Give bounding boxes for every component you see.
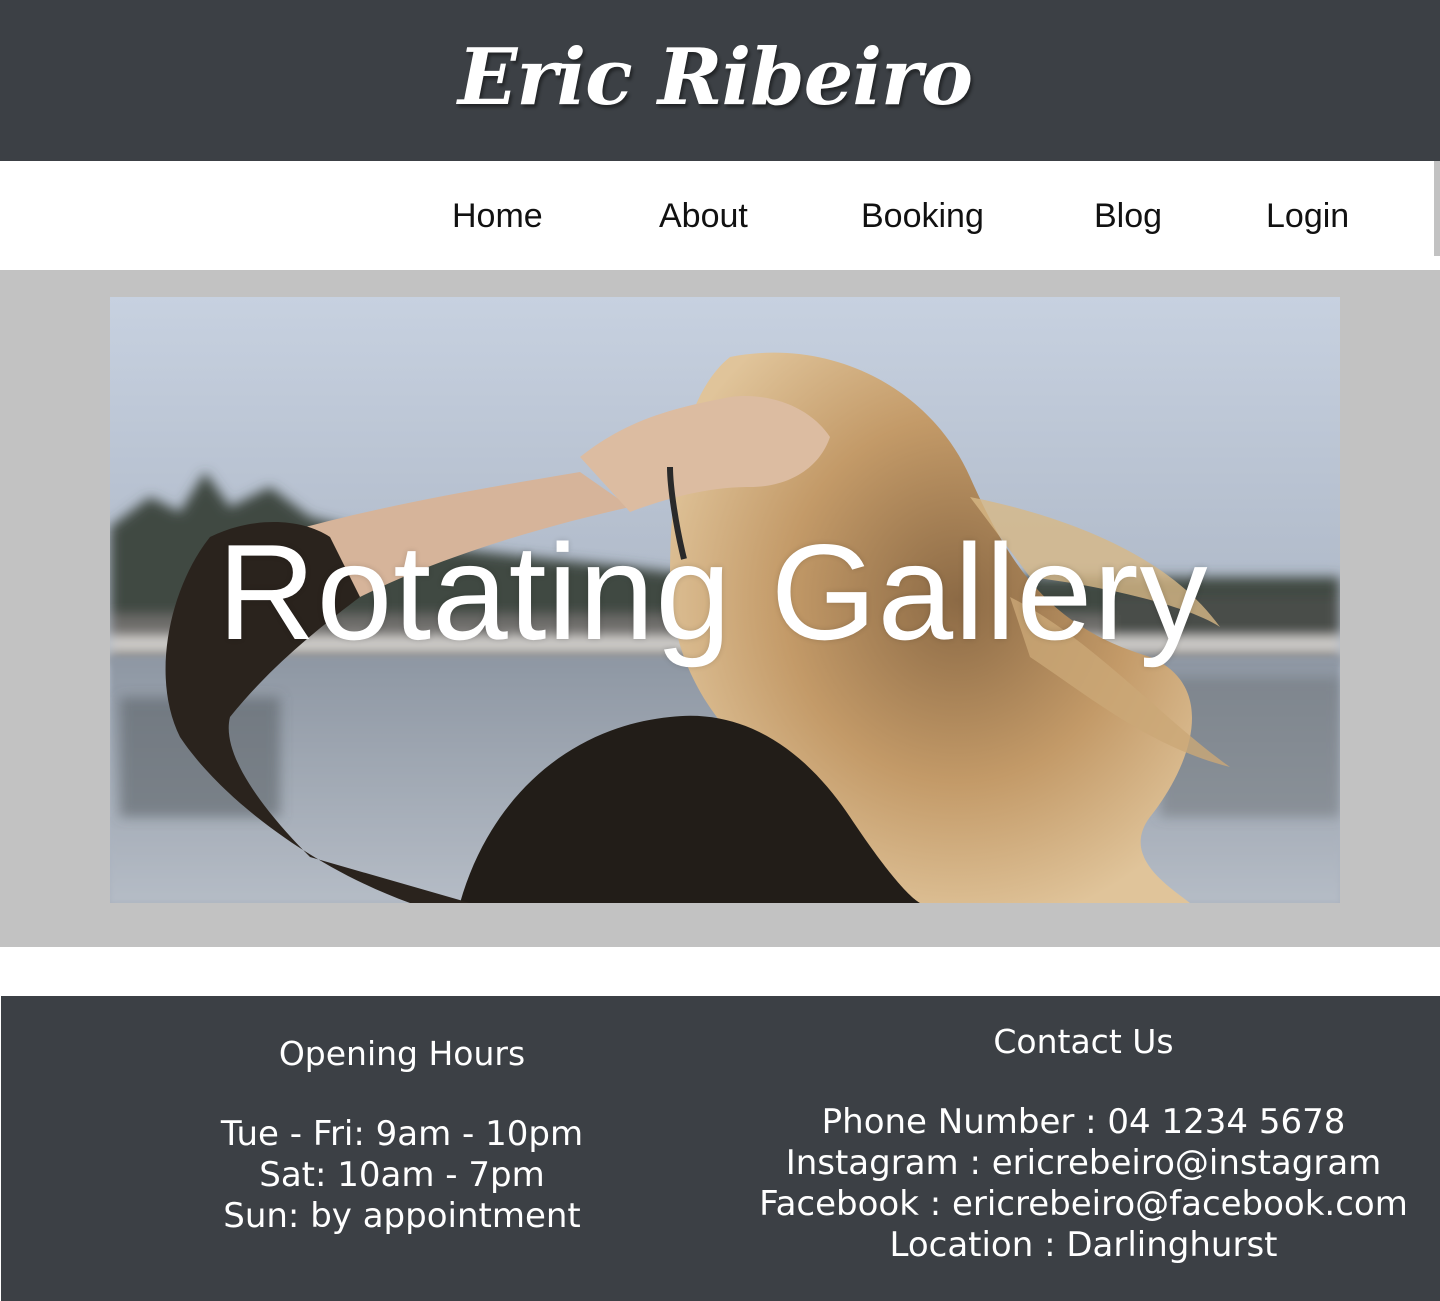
contact-location: Location : Darlinghurst: [889, 1225, 1278, 1265]
contact-phone: Phone Number : 04 1234 5678: [821, 1102, 1346, 1142]
nav-booking[interactable]: Booking: [861, 194, 984, 238]
site-header: Eric Ribeiro: [0, 0, 1440, 161]
nav-login[interactable]: Login: [1266, 194, 1349, 238]
nav-blog[interactable]: Blog: [1094, 194, 1162, 238]
gallery-title: Rotating Gallery: [217, 516, 1209, 668]
nav-edge: [1434, 161, 1440, 256]
nav-home[interactable]: Home: [452, 194, 543, 238]
site-title[interactable]: Eric Ribeiro: [458, 32, 973, 123]
nav-about[interactable]: About: [659, 194, 748, 238]
opening-hours-title: Opening Hours: [278, 1034, 526, 1073]
contact-facebook[interactable]: Facebook : ericrebeiro@facebook.com: [736, 1184, 1431, 1225]
hours-line: Sun: by appointment: [223, 1196, 581, 1236]
contact-title: Contact Us: [993, 1022, 1174, 1061]
contact-instagram[interactable]: Instagram : ericrebeiro@instagram: [736, 1143, 1431, 1184]
hours-line: Tue - Fri: 9am - 10pm: [220, 1114, 584, 1154]
gallery-slide[interactable]: Rotating Gallery: [110, 297, 1340, 903]
hours-line: Sat: 10am - 7pm: [259, 1155, 545, 1195]
opening-hours: Opening Hours Tue - Fri: 9am - 10pm Sat:…: [102, 1032, 702, 1237]
site-footer: Opening Hours Tue - Fri: 9am - 10pm Sat:…: [1, 996, 1440, 1301]
contact-us: Contact Us Phone Number : 04 1234 5678 I…: [736, 1020, 1431, 1266]
